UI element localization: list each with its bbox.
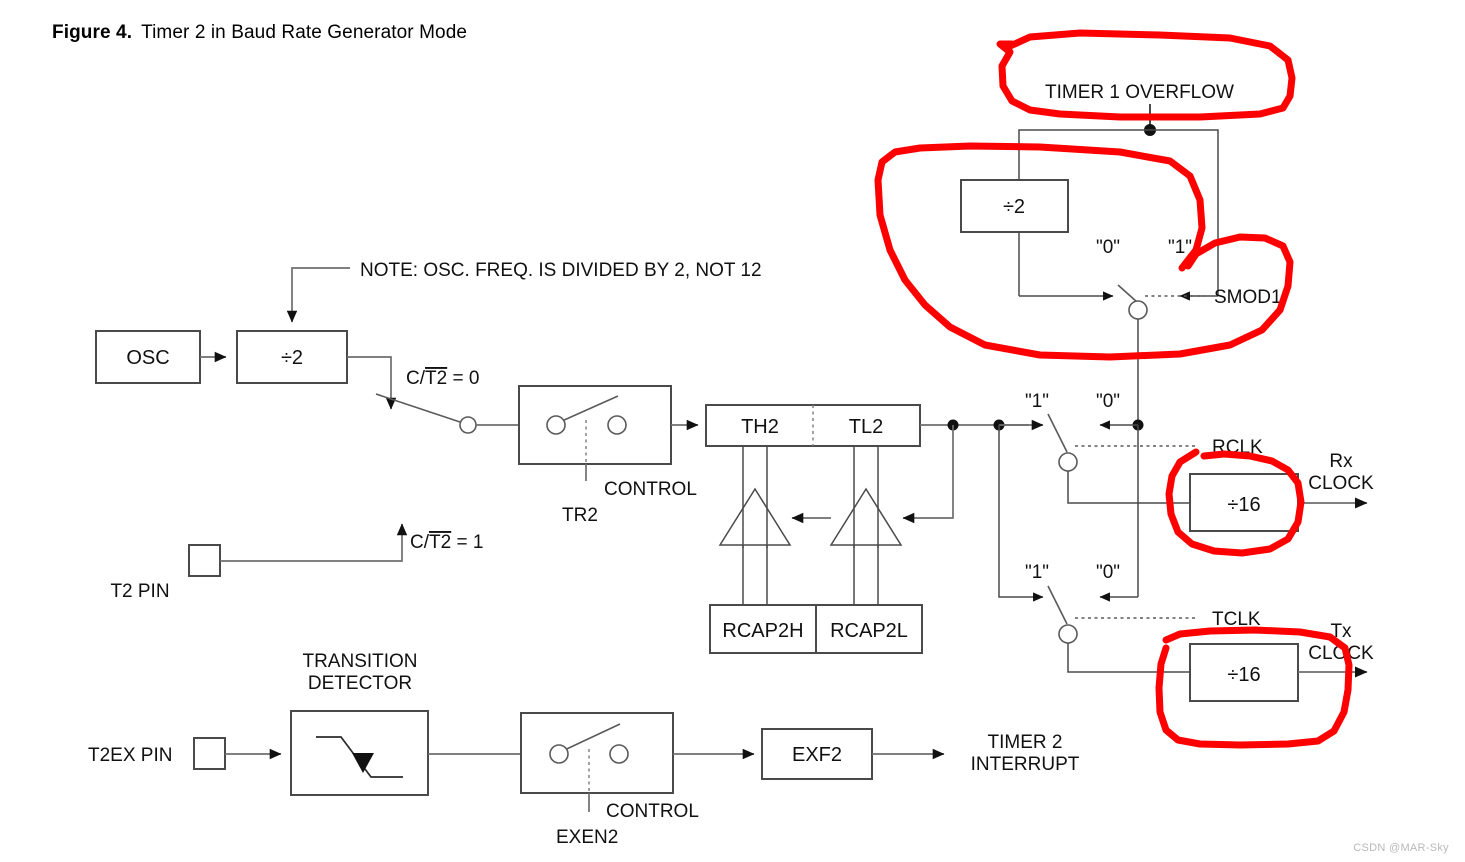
note-callout-line — [286, 267, 350, 323]
timer2-baud-rate-generator-diagram: OSC ÷2 NOTE: OSC. FREQ. IS DIVIDED BY 2,… — [88, 29, 1374, 848]
rclk-one-label: "1" — [1025, 391, 1049, 412]
osc-block-label: OSC — [126, 347, 169, 369]
exen2-switch-node-left[interactable] — [549, 744, 569, 764]
t2-pin-box — [188, 544, 221, 577]
note-text: NOTE: OSC. FREQ. IS DIVIDED BY 2, NOT 12 — [360, 260, 762, 281]
t2-pin-label: T2 PIN — [110, 581, 169, 602]
rclk-zero-label: "0" — [1096, 391, 1120, 412]
smod1-label: SMOD1 — [1214, 287, 1282, 308]
rx-clock-label-line2: CLOCK — [1308, 473, 1374, 494]
rclk-switch-arm[interactable] — [1047, 413, 1068, 453]
t2ex-pin-box — [193, 737, 226, 770]
div2-osc-label: ÷2 — [281, 347, 303, 369]
timer1-overflow-label: TIMER 1 OVERFLOW — [1045, 82, 1234, 103]
tclk-zero-label: "0" — [1096, 562, 1120, 583]
wire-div2-to-ct2-switch — [347, 356, 397, 410]
tr2-label: TR2 — [562, 505, 598, 526]
wire-overflow-to-smod-one — [1150, 129, 1219, 296]
transition-detector-label-line1: TRANSITION — [302, 651, 417, 672]
ct2-equals-one-label: C/T2 = 1 — [410, 532, 483, 553]
tclk-switch-node[interactable] — [1058, 624, 1078, 644]
tr2-control-label: CONTROL — [604, 479, 697, 500]
div16-tx-label: ÷16 — [1227, 664, 1260, 686]
ct2-switch-node[interactable] — [459, 416, 477, 434]
t2ex-pin-label: T2EX PIN — [88, 745, 172, 766]
ct2-switch-arm[interactable] — [375, 393, 464, 424]
th2-label: TH2 — [741, 416, 779, 438]
exf2-label: EXF2 — [792, 744, 842, 766]
div2-smod-label: ÷2 — [1003, 196, 1025, 218]
th2-reload-buffer-triangle — [718, 487, 792, 546]
rcap2l-label: RCAP2L — [830, 620, 908, 642]
smod1-switch-node[interactable] — [1128, 300, 1148, 320]
tr2-control-block — [518, 385, 672, 465]
tclk-switch-arm[interactable] — [1047, 585, 1068, 625]
timer2-interrupt-label-line1: TIMER 2 — [988, 732, 1063, 753]
exen2-control-block — [520, 712, 674, 794]
wire-tclk-to-div16 — [1067, 643, 1190, 673]
timer2-interrupt-label-line2: INTERRUPT — [971, 754, 1080, 775]
exen2-switch-node-right[interactable] — [609, 744, 629, 764]
exen2-control-label: CONTROL — [606, 801, 699, 822]
rclk-switch-node[interactable] — [1058, 452, 1078, 472]
rcap2h-label: RCAP2H — [722, 620, 803, 642]
smod1-divider-circle-annotation — [874, 142, 1294, 361]
watermark: CSDN @MAR-Sky — [1353, 842, 1449, 854]
ct2-equals-zero-label: C/T2 = 0 — [406, 368, 479, 389]
tl2-reload-buffer-triangle — [829, 487, 903, 546]
smod1-switch-arm[interactable] — [1117, 284, 1138, 303]
tl2-label: TL2 — [849, 416, 883, 438]
tr2-switch-node-left[interactable] — [546, 415, 566, 435]
div16-rx-label: ÷16 — [1227, 494, 1260, 516]
rx-clock-label-line1: Rx — [1329, 451, 1353, 472]
timer1-overflow-circle-annotation — [996, 29, 1296, 121]
tclk-one-label: "1" — [1025, 562, 1049, 583]
tr2-switch-node-right[interactable] — [607, 415, 627, 435]
transition-detector-label-line2: DETECTOR — [308, 673, 412, 694]
smod-zero-label: "0" — [1096, 237, 1120, 258]
wire-t2pin-to-ct2-switch — [220, 523, 408, 562]
exen2-label: EXEN2 — [556, 827, 618, 848]
